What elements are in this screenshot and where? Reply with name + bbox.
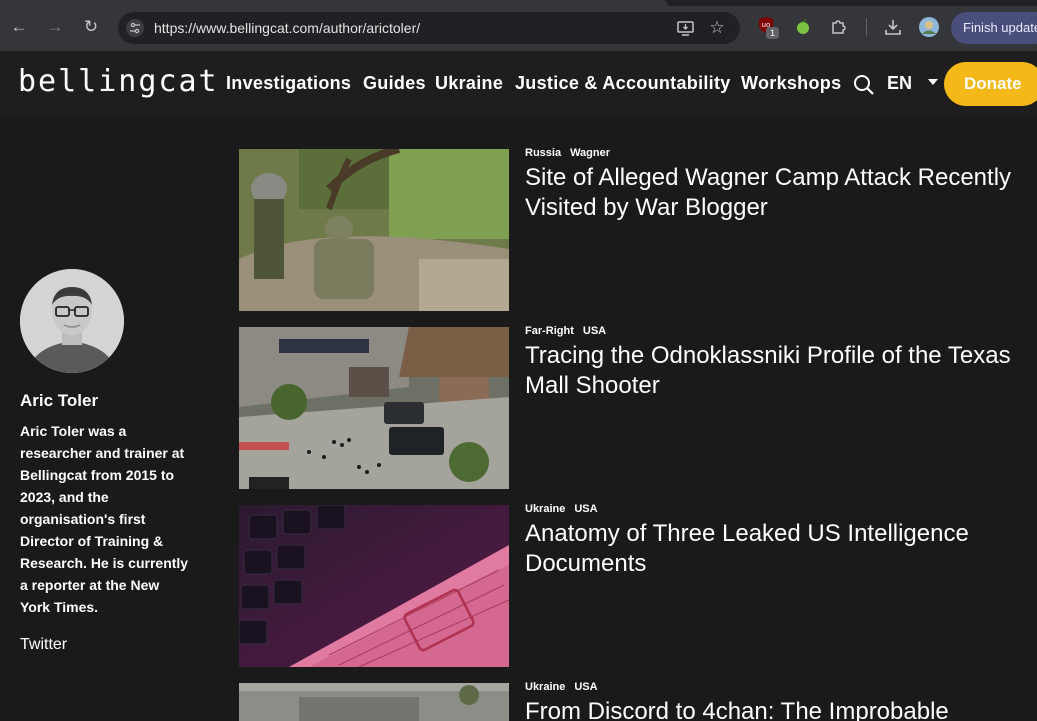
nav-ukraine[interactable]: Ukraine (435, 73, 503, 94)
extension-badge: 1 (766, 27, 779, 39)
tag-link[interactable]: USA (583, 325, 606, 337)
article-title[interactable]: From Discord to 4chan: The Improbable (525, 697, 1025, 721)
nav-guides[interactable]: Guides (363, 73, 426, 94)
article-thumbnail[interactable] (239, 149, 509, 311)
tag-link[interactable]: Ukraine (525, 503, 565, 515)
tag-link[interactable]: Russia (525, 147, 561, 159)
article-title[interactable]: Tracing the Odnoklassniki Profile of the… (525, 341, 1025, 401)
browser-toolbar: ← → ↻ https://www.bellingcat.com/author/… (0, 0, 1037, 52)
language-selector[interactable]: EN (887, 73, 912, 94)
article-title[interactable]: Anatomy of Three Leaked US Intelligence … (525, 519, 1025, 579)
apple-extension-icon[interactable] (793, 17, 813, 37)
download-icon[interactable] (883, 17, 903, 37)
profile-avatar-icon[interactable] (919, 17, 939, 37)
article-tags: Ukraine USA (525, 503, 607, 515)
toolbar-divider (866, 18, 867, 36)
author-name: Aric Toler (20, 391, 99, 410)
caret-down-icon[interactable] (928, 79, 938, 85)
tag-link[interactable]: USA (574, 681, 597, 693)
bellingcat-logo[interactable]: bellingcat (18, 64, 219, 99)
author-avatar (20, 269, 124, 373)
author-bio: Aric Toler was a researcher and trainer … (20, 423, 189, 615)
article-title[interactable]: Site of Alleged Wagner Camp Attack Recen… (525, 163, 1025, 223)
search-icon[interactable] (852, 73, 876, 97)
nav-justice-accountability[interactable]: Justice & Accountability (515, 73, 731, 94)
finish-update-button[interactable]: Finish update (951, 12, 1037, 44)
nav-investigations[interactable]: Investigations (226, 73, 351, 94)
reload-icon[interactable]: ↻ (80, 16, 102, 38)
article-thumbnail[interactable] (239, 505, 509, 667)
ublock-extension-icon[interactable]: uo 1 (758, 17, 779, 39)
article-tags: Russia Wagner (525, 147, 619, 159)
back-arrow-icon[interactable]: ← (8, 16, 30, 38)
twitter-link[interactable]: Twitter (20, 636, 67, 654)
extensions-puzzle-icon[interactable] (829, 17, 849, 37)
bookmark-star-icon[interactable]: ☆ (707, 18, 727, 38)
forward-arrow-icon[interactable]: → (44, 16, 66, 38)
active-tab[interactable] (0, 0, 668, 6)
url-text: https://www.bellingcat.com/author/aricto… (154, 20, 421, 36)
tag-link[interactable]: Ukraine (525, 681, 565, 693)
nav-workshops[interactable]: Workshops (741, 73, 841, 94)
donate-button[interactable]: Donate (944, 62, 1037, 106)
tag-link[interactable]: Far-Right (525, 325, 574, 337)
tag-link[interactable]: USA (574, 503, 597, 515)
tag-link[interactable]: Wagner (570, 147, 610, 159)
site-header: bellingcat Investigations Guides Ukraine… (0, 52, 1037, 117)
site-settings-icon[interactable] (126, 19, 144, 37)
article-tags: Far-Right USA (525, 325, 615, 337)
install-app-icon[interactable] (675, 18, 695, 38)
article-thumbnail[interactable] (239, 327, 509, 489)
article-thumbnail[interactable] (239, 683, 509, 721)
address-bar[interactable]: https://www.bellingcat.com/author/aricto… (118, 12, 740, 44)
article-tags: Ukraine USA (525, 681, 607, 693)
tab-strip (0, 0, 1037, 6)
